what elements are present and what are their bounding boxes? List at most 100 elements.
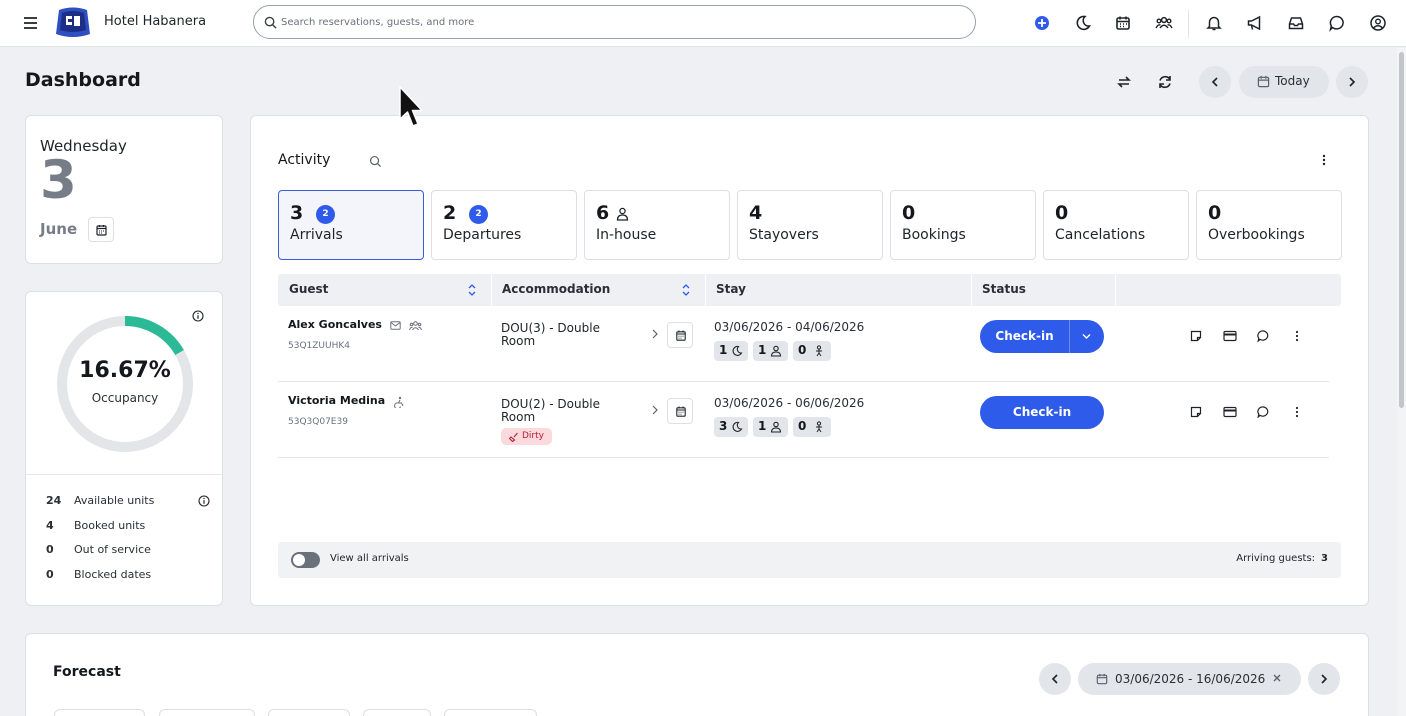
forecast-chip[interactable]: [159, 709, 255, 716]
stat-out-of-service: 0 Out of service: [46, 543, 151, 556]
tab-label: Overbookings: [1208, 227, 1305, 243]
tab-label: Cancelations: [1055, 227, 1146, 243]
search-bar[interactable]: [253, 5, 976, 39]
page-title: Dashboard: [25, 69, 141, 91]
chevron-right-icon[interactable]: [652, 329, 658, 339]
dirty-tag: Dirty: [501, 428, 552, 445]
hotel-logo[interactable]: [54, 4, 92, 40]
more-options-icon[interactable]: [1292, 330, 1302, 342]
info-icon[interactable]: [198, 495, 210, 507]
calendar-icon: [676, 330, 686, 341]
reservation-code: 53Q3Q07E39: [288, 417, 348, 427]
sort-icon[interactable]: [682, 283, 690, 297]
forecast-chip[interactable]: [444, 709, 537, 716]
search-input[interactable]: [281, 13, 961, 31]
calendar-icon[interactable]: [1114, 14, 1132, 32]
forecast-chip[interactable]: [54, 709, 145, 716]
stay-dates: 03/06/2026 - 04/06/2026: [714, 320, 865, 334]
tab-overbookings[interactable]: 0 Overbookings: [1196, 190, 1342, 260]
column-divider: [705, 274, 706, 306]
column-divider: [491, 274, 492, 306]
check-in-button[interactable]: Check-in: [980, 396, 1104, 429]
check-in-button[interactable]: Check-in: [980, 320, 1104, 353]
scrollbar[interactable]: [1397, 48, 1406, 716]
prev-day-button[interactable]: [1199, 66, 1231, 98]
day-number: 3: [40, 150, 77, 211]
swap-button[interactable]: [1112, 70, 1136, 94]
credit-card-icon[interactable]: [1223, 330, 1237, 342]
sort-icon[interactable]: [468, 283, 476, 297]
tab-count: 6: [596, 202, 610, 224]
guest-name[interactable]: Alex Goncalves: [288, 318, 382, 331]
account-icon[interactable]: [1369, 14, 1387, 32]
forecast-chip[interactable]: [268, 709, 350, 716]
email-icon: [390, 321, 401, 330]
column-status[interactable]: Status: [982, 282, 1026, 296]
tab-label: In-house: [596, 227, 657, 243]
tab-label: Departures: [443, 227, 522, 243]
calendar-icon: [1096, 673, 1108, 685]
calendar-button[interactable]: [667, 398, 693, 424]
date-card: Wednesday 3 June: [25, 115, 223, 264]
column-stay[interactable]: Stay: [716, 282, 746, 296]
table-row[interactable]: Victoria Medina 53Q3Q07E39 DOU(2) - Doub…: [278, 382, 1329, 458]
person-icon: [770, 421, 782, 433]
add-icon[interactable]: [1033, 14, 1051, 32]
tab-cancelations[interactable]: 0 Cancelations: [1043, 190, 1189, 260]
activity-title: Activity: [278, 152, 331, 168]
tab-stayovers[interactable]: 4 Stayovers: [737, 190, 883, 260]
forecast-date-range[interactable]: 03/06/2026 - 16/06/2026: [1078, 663, 1301, 695]
search-icon: [264, 16, 277, 29]
calendar-icon: [96, 225, 107, 236]
megaphone-icon[interactable]: [1246, 14, 1264, 32]
calendar-button[interactable]: [667, 322, 693, 348]
tab-count: 3: [290, 202, 304, 224]
table-row[interactable]: Alex Goncalves 53Q1ZUUHK4 DOU(3) - Doubl…: [278, 306, 1329, 382]
tab-count: 0: [1055, 202, 1069, 224]
tab-arrivals[interactable]: 3 2 Arrivals: [278, 190, 424, 260]
credit-card-icon[interactable]: [1223, 406, 1237, 418]
tab-in-house[interactable]: 6 In-house: [584, 190, 730, 260]
chat-icon[interactable]: [1328, 14, 1346, 32]
group-icon[interactable]: [1155, 14, 1173, 32]
moon-icon: [732, 421, 743, 432]
forecast-prev-button[interactable]: [1039, 663, 1071, 695]
column-guest[interactable]: Guest: [289, 282, 328, 296]
next-day-button[interactable]: [1336, 66, 1368, 98]
more-options-icon[interactable]: [1292, 406, 1302, 418]
message-icon[interactable]: [1257, 406, 1270, 418]
note-icon[interactable]: [1190, 406, 1202, 418]
close-icon[interactable]: [1272, 673, 1282, 683]
chevron-right-icon[interactable]: [652, 405, 658, 415]
tab-badge: 2: [469, 205, 488, 224]
date-picker-button[interactable]: [88, 217, 114, 242]
column-accommodation[interactable]: Accommodation: [502, 282, 610, 296]
child-icon: [816, 345, 822, 357]
tab-bookings[interactable]: 0 Bookings: [890, 190, 1036, 260]
refresh-button[interactable]: [1153, 70, 1177, 94]
forecast-card: Forecast 03/06/2026 - 16/06/2026: [25, 633, 1369, 716]
divider: [26, 474, 222, 475]
more-options-icon[interactable]: [1318, 153, 1330, 167]
bell-icon[interactable]: [1205, 14, 1223, 32]
forecast-next-button[interactable]: [1308, 663, 1340, 695]
tab-departures[interactable]: 2 2 Departures: [431, 190, 577, 260]
forecast-chip[interactable]: [363, 709, 431, 716]
accessibility-icon: [394, 396, 404, 408]
search-icon[interactable]: [369, 155, 382, 168]
scrollbar-thumb[interactable]: [1399, 52, 1404, 408]
inbox-icon[interactable]: [1287, 14, 1305, 32]
moon-icon[interactable]: [1074, 14, 1092, 32]
chevron-down-icon[interactable]: [1082, 333, 1091, 340]
today-button[interactable]: Today: [1239, 66, 1329, 98]
guest-name[interactable]: Victoria Medina: [288, 394, 385, 407]
note-icon[interactable]: [1190, 330, 1202, 342]
nights-pill: 1: [714, 341, 748, 361]
view-all-toggle[interactable]: [291, 552, 320, 568]
accommodation: DOU(3) - Double Room: [501, 321, 600, 348]
tab-count: 0: [902, 202, 916, 224]
menu-icon[interactable]: [22, 14, 40, 32]
message-icon[interactable]: [1257, 330, 1270, 342]
occupancy-card: 16.67% Occupancy 24 Available units 4 Book…: [25, 291, 223, 606]
adults-pill: 1: [753, 341, 788, 361]
